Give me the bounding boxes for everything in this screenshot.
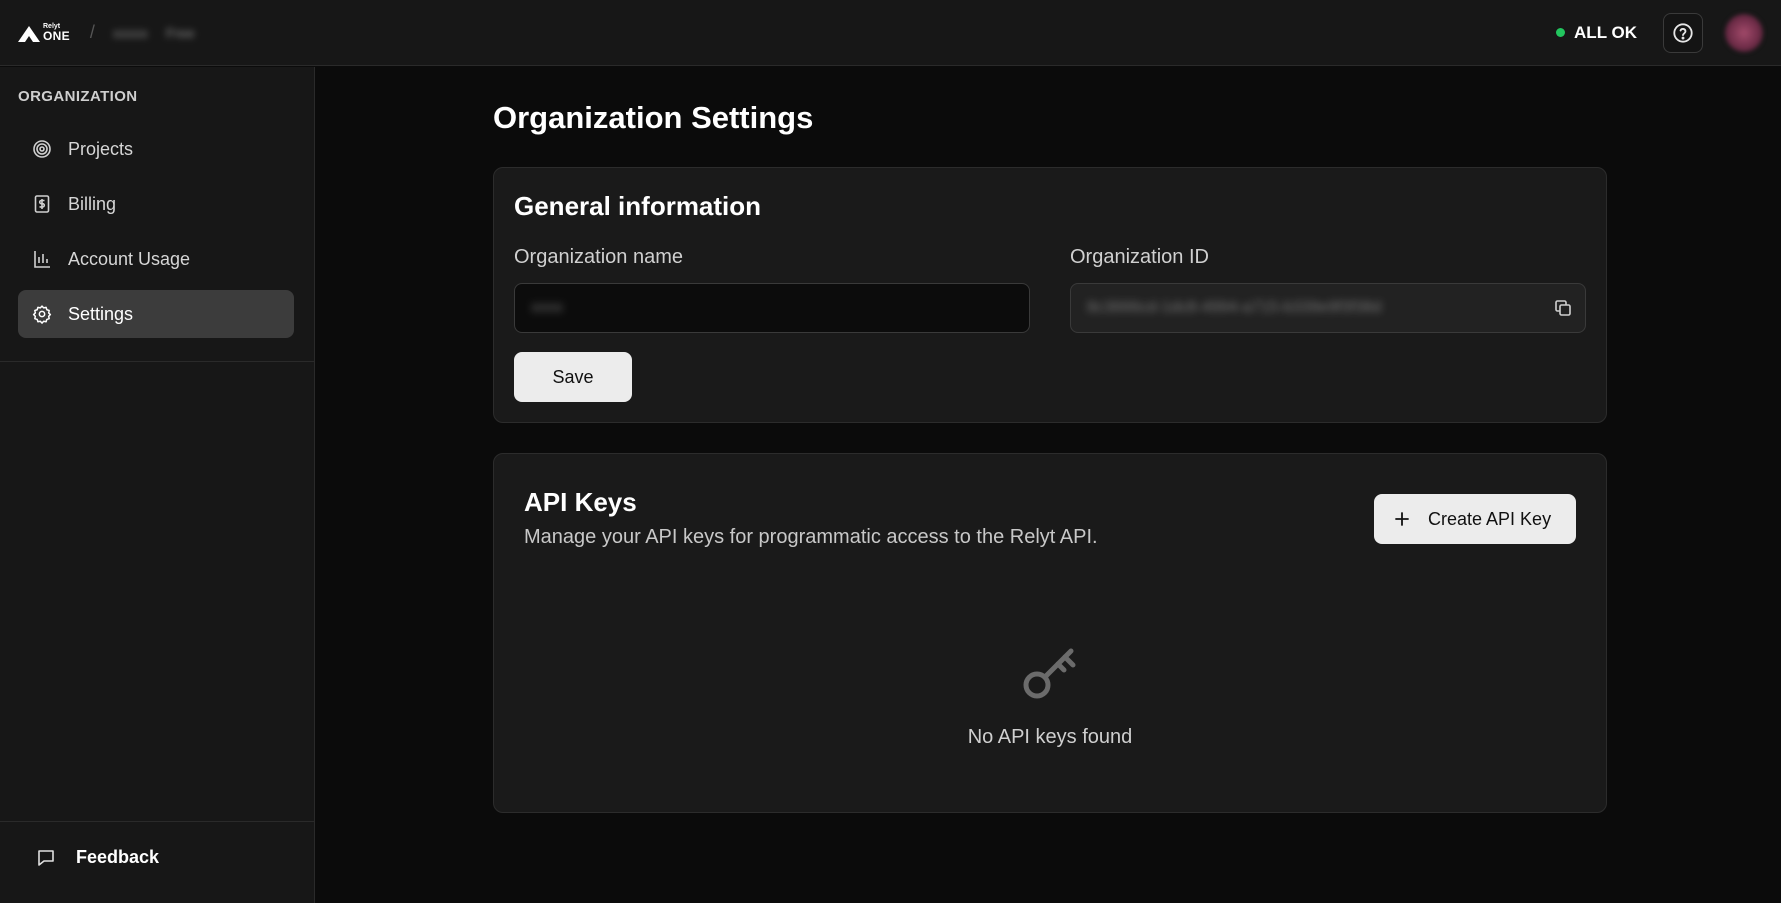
bar-chart-icon [32,249,52,269]
org-id-field[interactable]: 8c3666cd-1dc8-4994-a715-b339e9f3f38d [1070,283,1586,333]
general-information-card: General information Organization name xx… [493,167,1607,423]
user-avatar[interactable] [1725,13,1763,52]
relyt-one-logo[interactable]: Relyt ONE [18,23,70,42]
status-label: ALL OK [1574,22,1637,42]
copy-icon[interactable] [1553,298,1573,323]
top-bar: Relyt ONE / xxxxx Free ALL OK [0,0,1781,66]
create-api-key-button[interactable]: Create API Key [1374,494,1576,544]
sidebar-item-label: Account Usage [68,248,191,269]
sidebar-item-label: Billing [68,193,117,214]
breadcrumb-org[interactable]: xxxxx [113,25,148,41]
sidebar: ORGANIZATION Projects Billing Account Us… [0,67,315,903]
sidebar-item-settings[interactable]: Settings [18,290,294,338]
feedback-button[interactable]: Feedback [36,847,159,868]
help-button[interactable] [1663,12,1703,53]
sidebar-heading: ORGANIZATION [18,88,138,105]
org-id-value: 8c3666cd-1dc8-4994-a715-b339e9f3f38d [1087,299,1382,316]
sidebar-item-label: Settings [68,303,134,324]
breadcrumb-separator: / [89,22,95,42]
system-status[interactable]: ALL OK [1556,23,1637,43]
feedback-label: Feedback [76,847,160,867]
target-icon [32,139,52,159]
save-button-label: Save [552,366,594,387]
sidebar-item-label: Projects [68,138,134,159]
card-title: API Keys [524,487,637,517]
sidebar-item-account-usage[interactable]: Account Usage [18,235,294,283]
key-icon [1021,643,1079,706]
save-button[interactable]: Save [514,352,632,402]
plus-icon [1395,512,1409,526]
sidebar-item-projects[interactable]: Projects [18,125,294,173]
mountain-logo-icon [18,26,40,42]
empty-state-text: No API keys found [967,726,1133,748]
gear-icon [32,304,52,324]
message-square-icon [38,849,54,866]
page-title: Organization Settings [493,100,814,135]
org-name-label: Organization name [514,246,683,268]
sidebar-item-billing[interactable]: Billing [18,180,294,228]
dollar-receipt-icon [32,194,52,214]
org-name-input[interactable]: xxxx [514,283,1030,333]
api-keys-card: API Keys Manage your API keys for progra… [493,453,1607,813]
org-name-value: xxxx [531,299,563,316]
create-api-key-label: Create API Key [1428,508,1552,529]
org-id-label: Organization ID [1070,246,1209,268]
breadcrumb-plan: Free [165,24,195,41]
logo-big-text: ONE [43,29,70,43]
sidebar-divider [0,361,315,362]
status-dot-icon [1556,28,1566,37]
sidebar-divider [0,821,315,822]
api-keys-description: Manage your API keys for programmatic ac… [524,526,1098,548]
card-title: General information [514,191,762,221]
help-circle-icon [1673,22,1693,43]
